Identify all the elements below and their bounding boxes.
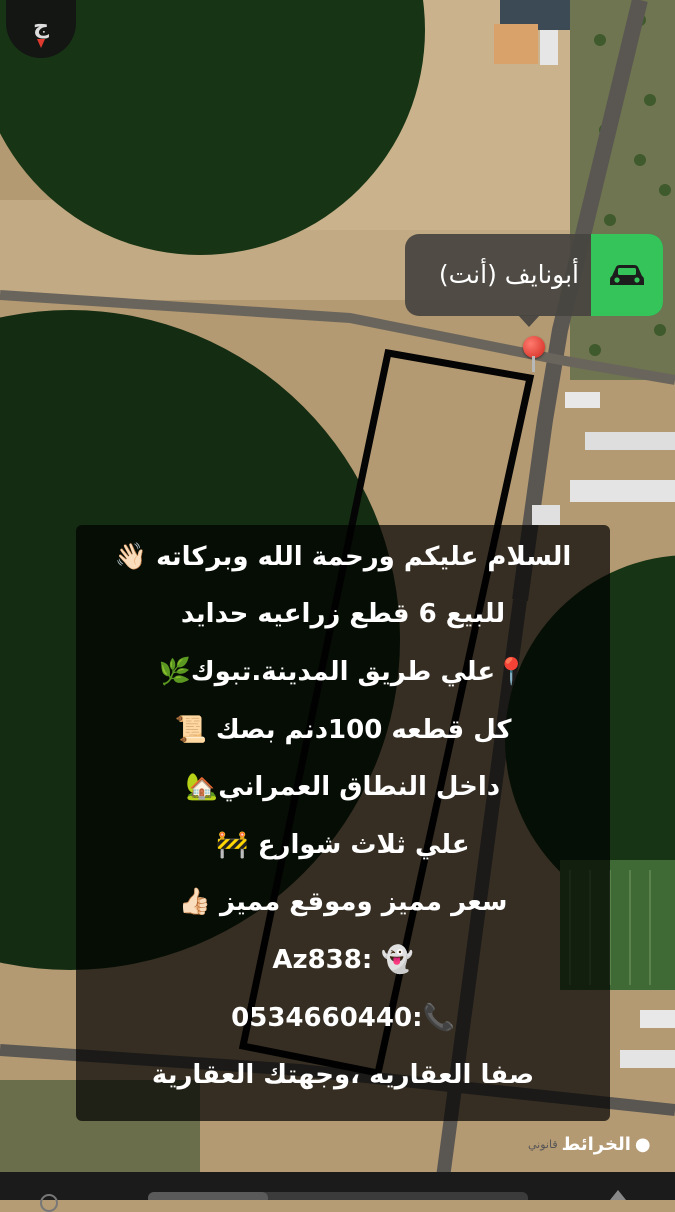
post-text-overlay: السلام عليكم ورحمة الله وبركاته 👋🏻 للبيع…: [76, 525, 610, 1121]
post-line-phone: 📞:0534660440: [231, 1002, 455, 1033]
post-line-streets: علي ثلاث شوارع 🚧: [216, 829, 470, 860]
apple-logo-icon: ●: [634, 1133, 651, 1155]
location-callout[interactable]: أبونايف (أنت): [405, 234, 663, 316]
post-line-price: سعر مميز وموقع مميز 👍🏻: [178, 887, 508, 918]
sheet-handle-thumb: [148, 1192, 268, 1200]
post-line-zone: داخل النطاق العمراني🏡: [185, 772, 501, 803]
callout-pointer: [518, 315, 540, 327]
car-icon: [591, 234, 663, 316]
post-line-area: كل قطعه 100دنم بصك 📜: [174, 714, 512, 745]
circle-icon[interactable]: [40, 1194, 58, 1212]
pin-stem: [532, 356, 535, 372]
red-pin-icon[interactable]: [523, 336, 545, 358]
post-line-location: 📍علي طريق المدينة.تبوك🌿: [158, 656, 528, 687]
post-line-snapchat: 👻 :Az838: [272, 944, 414, 975]
legal-link[interactable]: قانوني: [528, 1138, 558, 1151]
location-label: أبونايف (أنت): [438, 260, 579, 289]
post-line-for-sale: للبيع 6 قطع زراعيه حدايد: [180, 599, 506, 630]
bottom-toolbar: [0, 1172, 675, 1212]
compass-letter: ج: [33, 13, 49, 39]
maps-attribution[interactable]: ● الخرائط قانوني: [528, 1128, 651, 1160]
compass-needle-icon: [37, 39, 45, 48]
post-line-greeting: السلام عليكم ورحمة الله وبركاته 👋🏻: [114, 541, 572, 572]
share-icon[interactable]: [610, 1190, 626, 1200]
post-line-agency: صفا العقاريه ،وجهتك العقارية: [151, 1060, 535, 1091]
maps-brand: الخرائط: [561, 1133, 631, 1155]
